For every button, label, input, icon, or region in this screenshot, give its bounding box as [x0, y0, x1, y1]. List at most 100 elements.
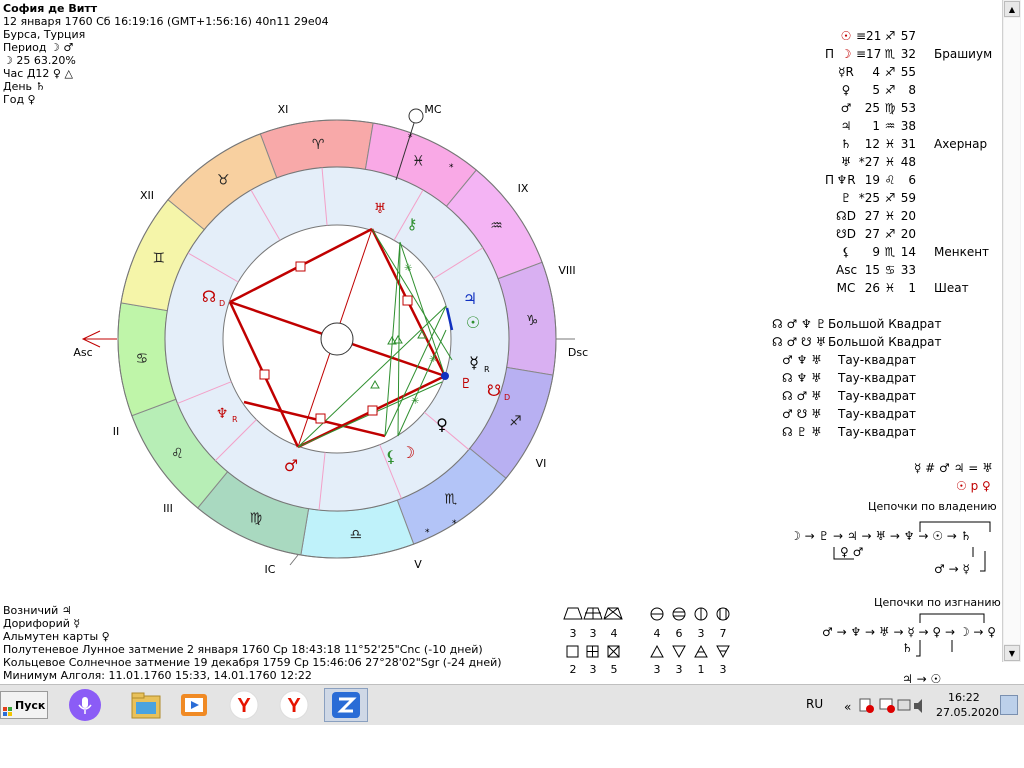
position-deg: 27	[864, 227, 880, 241]
aspect-count: 3	[589, 627, 597, 640]
ic-label: IC	[265, 563, 276, 576]
planet-position-row: ♀ 5 ♐ 8	[800, 83, 1000, 101]
file-explorer-button[interactable]	[128, 688, 164, 722]
triangle-down-icon	[672, 645, 686, 659]
planet-position-row: Asc 15 ♋ 33	[800, 263, 1000, 281]
algol-minimum-line: Минимум Алголя: 11.01.1760 15:33, 14.01.…	[3, 669, 312, 682]
mercury-retro-label: R	[484, 365, 490, 374]
voice-assistant-button[interactable]	[66, 688, 104, 722]
position-pl: ☽	[840, 47, 852, 61]
zodiac-glyph: ♈	[312, 137, 325, 153]
position-sg: ♏	[884, 47, 896, 61]
configuration-name: Тау-квадрат	[838, 425, 917, 439]
configuration-name: Тау-квадрат	[838, 389, 917, 403]
lunar-eclipse-line: Полутеневое Лунное затмение 2 января 176…	[3, 643, 483, 656]
house-number: XII	[140, 189, 154, 202]
house-number: III	[163, 502, 173, 515]
position-pl: ♂	[840, 101, 852, 115]
pluto-icon: ♇	[460, 376, 473, 392]
configuration-glyphs: ☊ ♆ ♅	[782, 371, 822, 385]
charioteer-line: Возничий ♃	[3, 604, 72, 617]
zodiac-glyph: ♉	[217, 172, 230, 188]
show-desktop-button[interactable]	[1000, 695, 1018, 715]
aspect-count: 4	[610, 627, 618, 640]
configuration-glyphs: ☊ ♂ ♆ ♇	[772, 317, 827, 331]
zet-app-icon	[332, 692, 360, 718]
clock-time[interactable]: 16:22	[948, 691, 980, 704]
neptune-icon: ♆	[216, 406, 229, 422]
planet-position-row: ☿R 4 ♐ 55	[800, 65, 1000, 83]
southnode-retro-label: D	[504, 393, 510, 402]
trapezoid-icon	[563, 607, 583, 620]
configuration-row: ♂ ♆ ♅ Тау-квадрат	[782, 353, 916, 371]
configuration-glyphs: ☊ ♂ ♅	[782, 389, 822, 403]
position-mn: 31	[900, 137, 916, 151]
language-indicator[interactable]: RU	[806, 697, 823, 711]
scroll-down-button[interactable]: ▼	[1004, 645, 1020, 661]
doryphory-line: Дорифорий ☿	[3, 617, 81, 630]
aspect-node	[441, 372, 449, 380]
position-deg: 1	[872, 119, 880, 133]
configuration-name: Большой Квадрат	[828, 317, 942, 331]
position-sg: ♍	[884, 101, 896, 115]
position-deg: 9	[872, 245, 880, 259]
position-sg: ♏	[884, 245, 896, 259]
trapezoid-cross-icon	[603, 607, 623, 620]
aspect-count: 1	[697, 663, 705, 676]
position-deg: 5	[872, 83, 880, 97]
square-aspect-marker	[259, 369, 270, 380]
media-player-icon	[181, 694, 207, 716]
configuration-name: Тау-квадрат	[838, 353, 917, 367]
mars-icon: ♂	[284, 456, 298, 475]
configuration-name: Большой Квадрат	[828, 335, 942, 349]
position-mn: 53	[900, 101, 916, 115]
planet-position-row: ☊D 27 ♓ 20	[800, 209, 1000, 227]
position-pre: П	[824, 47, 834, 61]
house-number: VI	[536, 457, 547, 470]
position-mn: 57	[900, 29, 916, 43]
position-sg: ♋	[884, 263, 896, 277]
configuration-glyphs: ☊ ♂ ☋ ♅	[772, 335, 827, 349]
position-pre: П	[824, 173, 834, 187]
position-star: Шеат	[934, 281, 969, 295]
jupiter-icon: ♃	[463, 289, 477, 308]
rulership-chain-2: ♀ ♂	[840, 545, 864, 559]
configuration-row: ☊ ♂ ☋ ♅ Большой Квадрат	[772, 335, 941, 353]
mercury-icon: ☿	[469, 353, 479, 372]
yandex-browser-button-2[interactable]: Y	[276, 688, 312, 722]
position-pl: ☉	[840, 29, 852, 43]
position-sg: ♐	[884, 65, 896, 79]
zet-astrology-button[interactable]	[324, 688, 368, 722]
configuration-name: Тау-квадрат	[838, 407, 917, 421]
configuration-row: ☊ ♇ ♅ Тау-квадрат	[782, 425, 916, 443]
aspect-count: 3	[653, 663, 661, 676]
yandex-browser-button[interactable]: Y	[226, 688, 262, 722]
zodiac-glyph: ♑	[526, 313, 539, 329]
yandex-icon: Y	[229, 690, 259, 720]
media-player-button[interactable]	[176, 688, 212, 722]
position-mn: 38	[900, 119, 916, 133]
scroll-up-button[interactable]: ▲	[1004, 1, 1020, 17]
circle-icon-2	[672, 607, 686, 621]
start-button[interactable]: Пуск	[0, 691, 48, 719]
scrollbar-thumb[interactable]	[1004, 18, 1020, 644]
dsc-label: Dsc	[568, 346, 588, 359]
planet-position-row: ♄ 12 ♓ 31 Ахернар	[800, 137, 1000, 155]
triangle-bar-icon	[694, 644, 708, 658]
configuration-name: Тау-квадрат	[838, 371, 917, 385]
square-aspect-marker	[402, 295, 413, 306]
clock-date[interactable]: 27.05.2020	[936, 706, 999, 719]
mc-label: MC	[424, 103, 441, 116]
vertical-scrollbar[interactable]: ▲ ▼	[1002, 0, 1021, 662]
planet-position-row: П ☽ ≡17 ♏ 32 Брашиум	[800, 47, 1000, 65]
svg-text:Y: Y	[237, 695, 251, 717]
southnode-icon: ☋	[487, 381, 501, 400]
position-deg: 25	[864, 101, 880, 115]
position-pl: Asc	[836, 263, 858, 277]
zodiac-glyph: ♓	[412, 154, 425, 170]
position-pl: ♅	[840, 155, 852, 169]
configuration-row: ♂ ☋ ♅ Тау-квадрат	[782, 407, 916, 425]
position-star: Ахернар	[934, 137, 988, 151]
position-star: Менкент	[934, 245, 990, 259]
position-pl: ⚸	[841, 245, 851, 259]
